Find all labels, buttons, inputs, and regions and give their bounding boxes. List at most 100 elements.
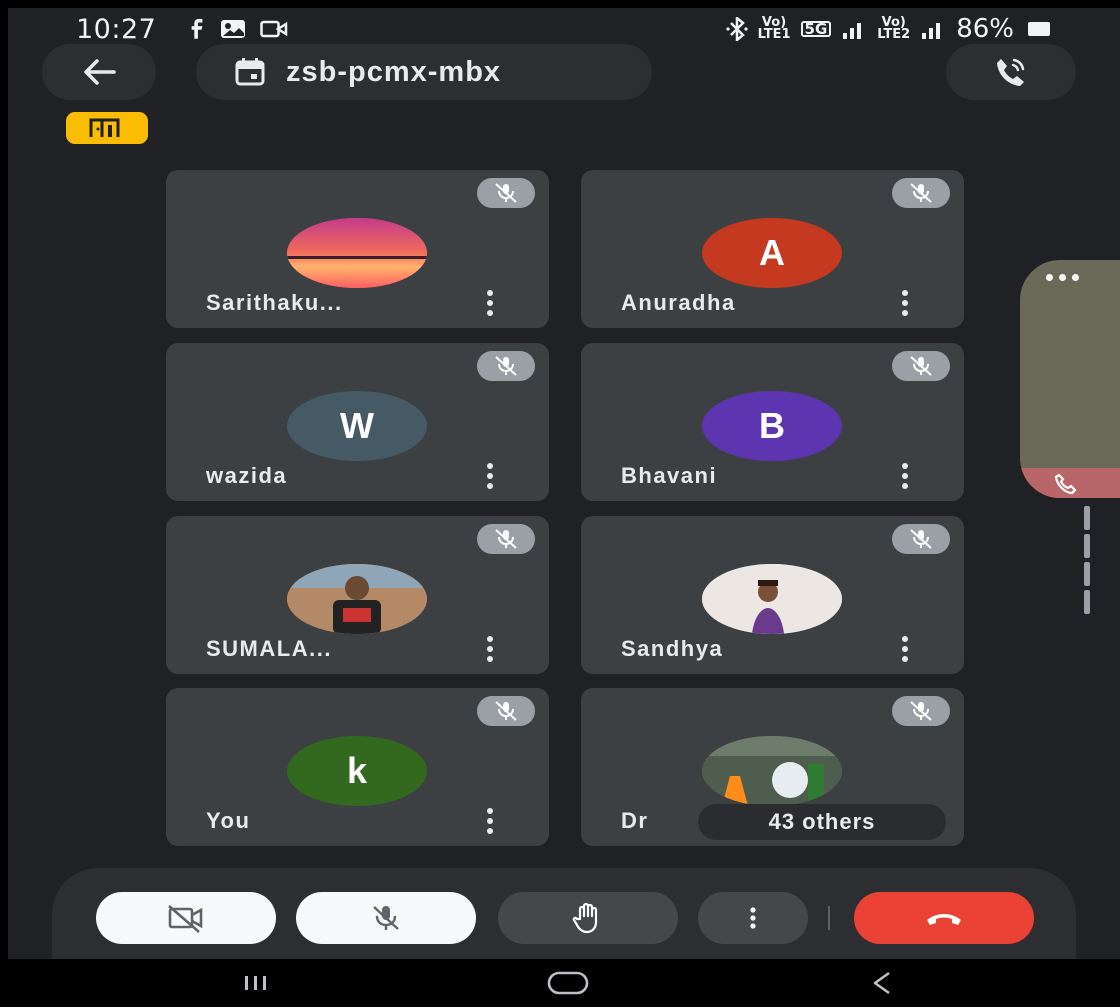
participant-name: Sandhya [621, 636, 724, 661]
controls-divider [828, 906, 830, 930]
muted-badge [892, 696, 950, 726]
mic-off-icon [373, 906, 399, 930]
muted-badge [477, 524, 535, 554]
camera-toggle-button[interactable] [96, 892, 276, 944]
meeting-info-button[interactable]: zsb-pcmx-mbx [196, 44, 652, 100]
meeting-code: zsb-pcmx-mbx [286, 55, 502, 88]
tile-more-icon[interactable] [485, 808, 495, 834]
tile-more-icon[interactable] [485, 636, 495, 662]
muted-badge [892, 524, 950, 554]
back-nav-icon [873, 971, 890, 995]
raise-hand-button[interactable] [498, 892, 678, 944]
recents-button[interactable] [226, 959, 286, 1007]
phone-outline-icon [1054, 473, 1077, 495]
muted-badge [892, 351, 950, 381]
avatar [702, 564, 842, 634]
sim2-lte: LTE2 [877, 27, 911, 42]
muted-badge [477, 696, 535, 726]
more-vert-icon [750, 907, 756, 929]
avatar [287, 564, 427, 634]
panel-call-icon[interactable] [1020, 468, 1120, 498]
avatar: B [702, 391, 842, 461]
participant-tile[interactable]: k You [166, 688, 549, 846]
call-end-icon [927, 914, 961, 925]
muted-badge [892, 178, 950, 208]
participant-tile[interactable]: SUMALA... [166, 516, 549, 674]
participant-tile[interactable]: A Anuradha [581, 170, 964, 328]
facebook-icon [191, 18, 203, 39]
call-controls [52, 868, 1076, 959]
participant-name: SUMALA... [206, 636, 332, 661]
mic-off-icon [495, 183, 517, 203]
tile-more-icon[interactable] [485, 290, 495, 316]
mic-off-icon [910, 701, 932, 721]
panel-more-icon[interactable] [1046, 274, 1079, 281]
participant-tile[interactable]: Sandhya [581, 516, 964, 674]
mic-off-icon [495, 701, 517, 721]
participant-name: You [206, 808, 251, 833]
participant-name: Sarithaku... [206, 290, 343, 315]
sim2-label: Vo) LTE2 [877, 16, 911, 42]
status-time: 10:27 [76, 14, 157, 45]
battery-percent: 86% [956, 14, 1014, 44]
participant-name: wazida [206, 463, 288, 488]
participant-name: Bhavani [621, 463, 718, 488]
arrow-back-icon [84, 59, 116, 85]
sim1-lte: LTE1 [757, 27, 791, 42]
battery-icon [1028, 22, 1050, 36]
participant-tile[interactable]: B Bhavani [581, 343, 964, 501]
calendar-icon [235, 58, 265, 86]
camera-off-icon [168, 905, 203, 933]
participant-tile[interactable]: Dr 43 others [581, 688, 964, 846]
avatar [287, 218, 427, 288]
tile-more-icon[interactable] [900, 463, 910, 489]
gallery-icon [221, 20, 245, 38]
door-exit-icon [89, 118, 120, 137]
system-nav-bar [0, 959, 1120, 1007]
status-right: Vo) LTE1 5G Vo) LTE2 86% [725, 14, 1050, 44]
muted-badge [477, 351, 535, 381]
tile-more-icon[interactable] [900, 290, 910, 316]
signal-bars-icon [843, 23, 862, 39]
mic-off-icon [495, 356, 517, 376]
bluetooth-icon [725, 17, 748, 41]
video-icon [260, 20, 288, 38]
participant-name: Anuradha [621, 290, 736, 315]
network-type: 5G [800, 21, 832, 37]
sim1-label: Vo) LTE1 [757, 16, 791, 42]
home-button[interactable] [536, 959, 600, 1007]
avatar: W [287, 391, 427, 461]
avatar: A [702, 218, 842, 288]
home-icon [547, 971, 589, 995]
mic-off-icon [910, 183, 932, 203]
more-options-button[interactable] [698, 892, 808, 944]
participant-tile[interactable]: Wwazida [166, 343, 549, 501]
companion-panel[interactable] [1020, 260, 1120, 498]
participant-tile[interactable]: Sarithaku... [166, 170, 549, 328]
audio-output-button[interactable] [946, 44, 1076, 100]
raise-hand-icon [572, 902, 598, 934]
status-bar: 10:27 Vo) LTE1 5G Vo) LTE2 86% [8, 8, 1120, 48]
phone-audio-icon [997, 58, 1025, 86]
mic-off-icon [910, 356, 932, 376]
tile-more-icon[interactable] [900, 636, 910, 662]
network-label: 5G [800, 21, 832, 37]
recents-icon [245, 976, 266, 990]
breakout-exit-badge[interactable] [66, 112, 148, 144]
back-button[interactable] [42, 44, 156, 100]
back-nav-button[interactable] [852, 959, 912, 1007]
avatar: k [287, 736, 427, 806]
mic-off-icon [495, 529, 517, 549]
side-scrollbar[interactable] [1084, 506, 1092, 618]
mic-toggle-button[interactable] [296, 892, 476, 944]
tile-more-icon[interactable] [485, 463, 495, 489]
signal-bars-2-icon [922, 23, 941, 39]
notification-icons [188, 18, 288, 40]
meet-screen: 10:27 Vo) LTE1 5G Vo) LTE2 86% zsb-pcmx-… [8, 8, 1120, 959]
mic-off-icon [910, 529, 932, 549]
leave-call-button[interactable] [854, 892, 1034, 944]
participant-name: Dr [621, 808, 649, 833]
others-count-button[interactable]: 43 others [698, 804, 946, 840]
avatar [702, 736, 842, 806]
muted-badge [477, 178, 535, 208]
